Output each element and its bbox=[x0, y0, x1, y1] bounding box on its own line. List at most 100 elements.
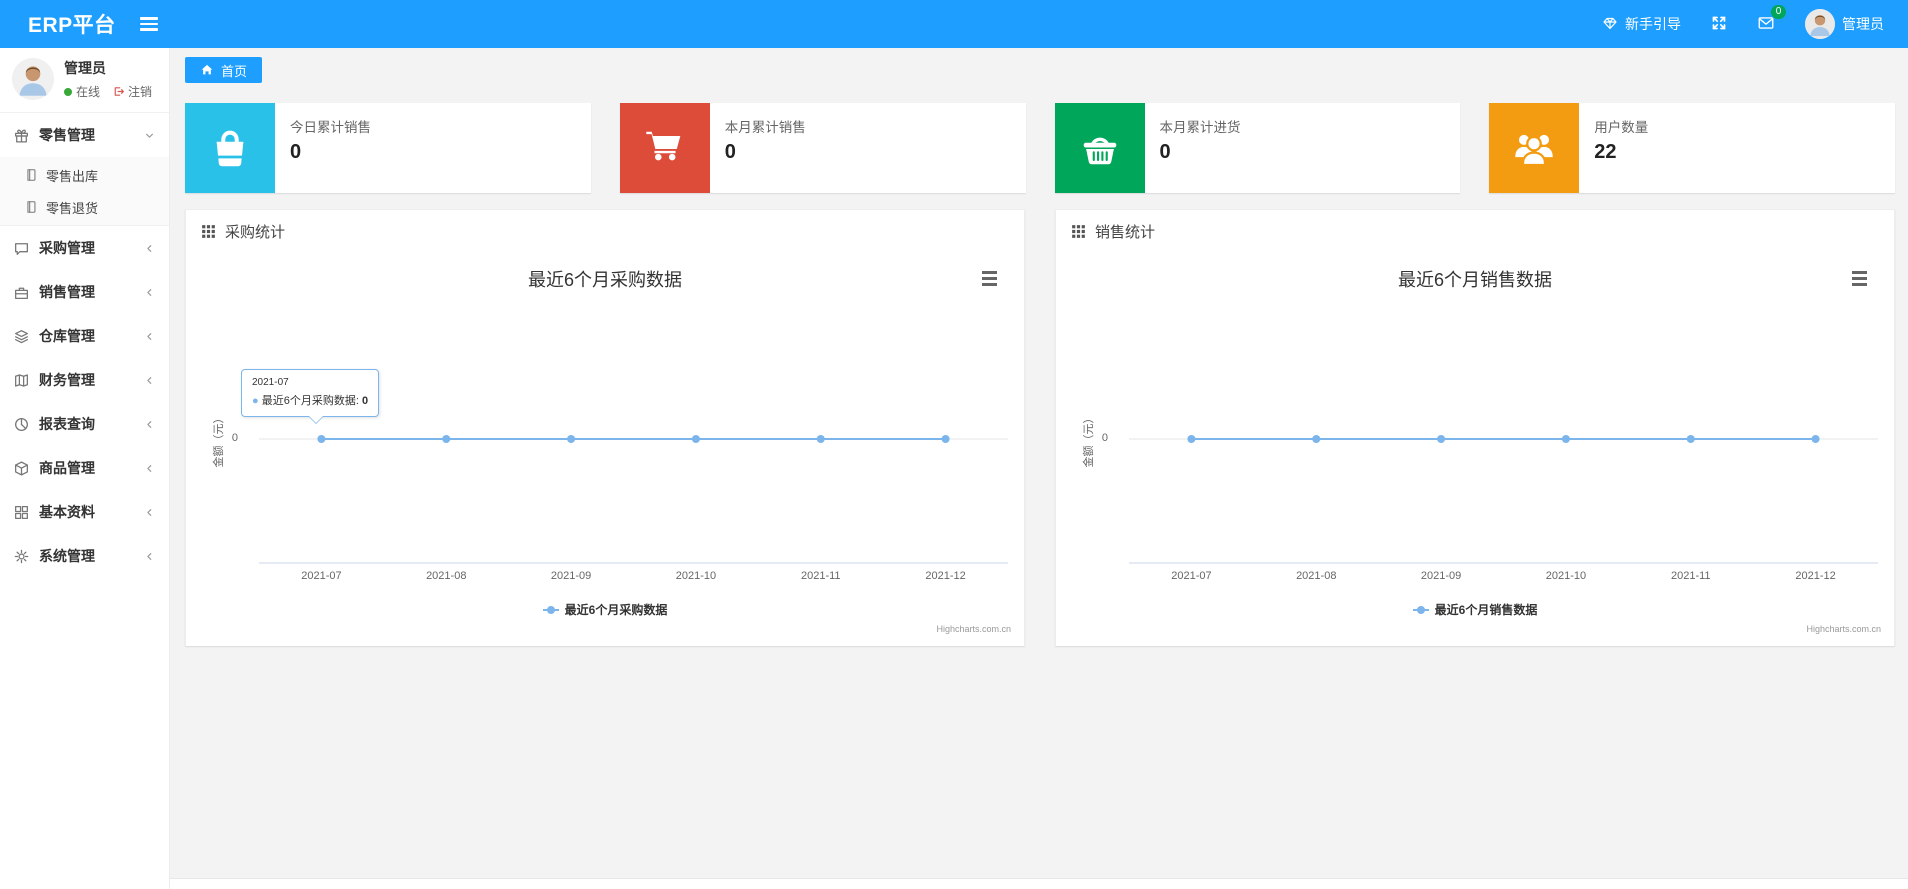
stat-card[interactable]: 用户数量 22 bbox=[1489, 103, 1895, 193]
user-menu[interactable]: 管理员 bbox=[1805, 9, 1884, 39]
x-axis-tick-label: 2021-09 bbox=[1420, 570, 1462, 582]
chevron-left-icon bbox=[143, 242, 156, 255]
sidebar-item[interactable]: 报表查询 bbox=[0, 402, 169, 446]
stat-card-label: 用户数量 bbox=[1594, 120, 1649, 135]
stat-card-label: 今日累计销售 bbox=[290, 120, 371, 135]
stat-card-label: 本月累计销售 bbox=[724, 120, 806, 135]
app-brand[interactable]: ERP平台 bbox=[0, 9, 134, 39]
sidebar-item[interactable]: 商品管理 bbox=[0, 446, 169, 490]
stat-card-body: 用户数量 22 bbox=[1579, 103, 1663, 193]
chart-credit-link[interactable]: Highcharts.com.cn bbox=[936, 624, 1011, 634]
legend-label: 最近6个月销售数据 bbox=[1434, 603, 1538, 617]
y-axis-title: 金额（元） bbox=[213, 412, 225, 468]
sidebar-item-label: 零售管理 bbox=[39, 127, 95, 143]
sidebar-subitem-label: 零售出库 bbox=[46, 168, 99, 184]
online-status-icon bbox=[64, 87, 72, 96]
sidebar-subitem[interactable]: 零售出库 bbox=[0, 159, 169, 191]
cart-icon bbox=[619, 103, 710, 193]
stat-card-body: 今日累计销售 0 bbox=[275, 103, 386, 193]
gear-icon bbox=[13, 548, 30, 565]
legend-item[interactable]: 最近6个月销售数据 bbox=[1412, 601, 1538, 618]
sidebar-item-label: 商品管理 bbox=[39, 460, 95, 476]
stat-card-label: 本月累计进货 bbox=[1159, 120, 1241, 135]
panel-header: 采购统计 bbox=[186, 210, 1024, 252]
panel-header: 销售统计 bbox=[1056, 210, 1894, 252]
sidebar-item-label: 财务管理 bbox=[39, 372, 95, 388]
stat-cards-row: 今日累计销售 0 本月累计销售 0 本月累计进货 0 用户数量 22 bbox=[185, 103, 1895, 193]
sidebar-item[interactable]: 财务管理 bbox=[0, 358, 169, 402]
chart-legend: 最近6个月采购数据 bbox=[186, 601, 1024, 618]
legend-marker-icon bbox=[1412, 605, 1429, 614]
main-content: 首页 今日累计销售 0 本月累计销售 0 本月累计进货 0 用户数量 22 采购统计 最近6个月… bbox=[170, 0, 1908, 878]
panel-title: 销售统计 bbox=[1095, 223, 1156, 241]
briefcase-icon bbox=[13, 284, 30, 301]
tooltip-body: ● 最近6个月采购数据: 0 bbox=[252, 395, 369, 407]
logout-button[interactable]: 注销 bbox=[112, 83, 152, 100]
stat-card[interactable]: 本月累计销售 0 bbox=[619, 103, 1026, 193]
x-axis-tick-label: 2021-12 bbox=[1795, 570, 1836, 582]
fullscreen-button[interactable] bbox=[1711, 15, 1727, 34]
legend-item[interactable]: 最近6个月采购数据 bbox=[542, 601, 668, 618]
legend-label: 最近6个月采购数据 bbox=[564, 603, 668, 617]
sidebar-item[interactable]: 系统管理 bbox=[0, 534, 169, 578]
sidebar-item[interactable]: 仓库管理 bbox=[0, 314, 169, 358]
submenu: 零售出库零售退货 bbox=[0, 157, 169, 226]
messages-button[interactable]: 0 bbox=[1757, 4, 1786, 35]
guide-button[interactable]: 新手引导 bbox=[1602, 14, 1681, 34]
home-icon bbox=[201, 64, 213, 75]
stat-card-value: 0 bbox=[724, 141, 736, 163]
chevron-left-icon bbox=[143, 330, 156, 343]
chart-legend: 最近6个月销售数据 bbox=[1056, 601, 1894, 618]
chart[interactable]: 最近6个月采购数据 2021-07 2021-08 2021-09 2021-10 20… bbox=[186, 252, 1024, 646]
chevron-left-icon bbox=[143, 550, 156, 563]
x-axis-tick-label: 2021-10 bbox=[675, 570, 717, 582]
gem-icon bbox=[1602, 15, 1618, 34]
users-icon bbox=[1489, 103, 1580, 193]
chart-panel: 销售统计 最近6个月销售数据 2021-07 2021-08 2021-09 2021-… bbox=[1055, 209, 1895, 646]
x-axis-tick-label: 2021-09 bbox=[550, 570, 592, 582]
x-axis-tick-label: 2021-08 bbox=[426, 570, 467, 582]
sidebar-item-label: 采购管理 bbox=[39, 240, 95, 256]
sidebar-item-label: 系统管理 bbox=[39, 548, 95, 564]
sidebar-subitem[interactable]: 零售退货 bbox=[0, 191, 169, 223]
chat-icon bbox=[13, 240, 30, 257]
fullscreen-icon bbox=[1711, 15, 1727, 34]
chevron-left-icon bbox=[143, 418, 156, 431]
sidebar-item[interactable]: 销售管理 bbox=[0, 270, 169, 314]
logout-icon bbox=[114, 87, 124, 96]
chart-panel: 采购统计最近6个月采购数据 2021-07 2021-08 2021-09 2021-… bbox=[185, 209, 1025, 646]
map-icon bbox=[13, 372, 30, 389]
layers-icon bbox=[13, 328, 30, 345]
chevron-left-icon bbox=[143, 374, 156, 387]
stat-card-value: 0 bbox=[290, 141, 302, 163]
sidebar-toggle-icon[interactable] bbox=[134, 11, 164, 37]
tab-home[interactable]: 首页 bbox=[185, 57, 263, 83]
avatar bbox=[1805, 9, 1835, 39]
gift-icon bbox=[13, 127, 30, 144]
basket-icon bbox=[1054, 103, 1145, 193]
avatar bbox=[12, 58, 54, 100]
sidebar-item[interactable]: 零售管理 bbox=[0, 113, 169, 157]
file-icon bbox=[24, 200, 38, 214]
x-axis-tick-label: 2021-08 bbox=[1296, 570, 1337, 582]
chart[interactable]: 最近6个月销售数据 2021-07 2021-08 2021-09 2021-10 20… bbox=[1056, 252, 1894, 646]
sidebar: 管理员 在线 注销 零售管理 零售出库 零售退货 采购管理 销售管理 仓库管理 财务管理 报表… bbox=[0, 48, 170, 889]
cube-icon bbox=[13, 460, 30, 477]
tooltip-header: 2021-07 bbox=[252, 377, 289, 388]
sidebar-item-label: 基本资料 bbox=[39, 504, 95, 520]
chart-credit-link[interactable]: Highcharts.com.cn bbox=[1806, 624, 1881, 634]
stat-card[interactable]: 今日累计销售 0 bbox=[185, 103, 591, 193]
shopping-bag-icon bbox=[185, 103, 275, 193]
chart-plot[interactable] bbox=[1056, 252, 1896, 587]
sidebar-item[interactable]: 采购管理 bbox=[0, 226, 169, 270]
stat-card[interactable]: 本月累计进货 0 bbox=[1054, 103, 1461, 193]
top-navbar: ERP平台 新手引导 0 管理员 bbox=[0, 0, 1908, 48]
sidebar-item[interactable]: 基本资料 bbox=[0, 490, 169, 534]
chevron-left-icon bbox=[143, 506, 156, 519]
user-name: 管理员 bbox=[1842, 16, 1884, 32]
panel-title: 采购统计 bbox=[225, 223, 286, 241]
sidebar-user-name: 管理员 bbox=[64, 60, 106, 76]
tab-home-label: 首页 bbox=[221, 63, 248, 79]
sidebar-item-label: 报表查询 bbox=[39, 416, 95, 432]
chart-panels-row: 采购统计最近6个月采购数据 2021-07 2021-08 2021-09 2021-… bbox=[185, 209, 1895, 646]
